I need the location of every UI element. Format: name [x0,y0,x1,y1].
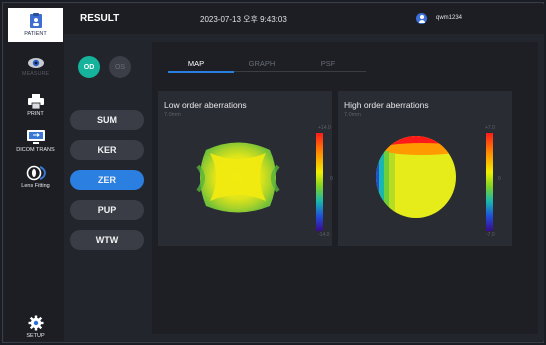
sum-button[interactable]: SUM [70,110,144,130]
high-order-map [376,133,493,231]
low-order-map [196,133,323,231]
tab-map-underline [168,71,234,73]
username-label: qwm1234 [436,15,463,21]
os-button[interactable]: OS [109,56,131,78]
printer-icon [27,93,44,109]
sidebar-item-label: PRINT [27,110,44,117]
gear-icon [28,315,43,331]
zer-button[interactable]: ZER [70,170,144,190]
low-scale-min: -14.0 [318,232,330,238]
sidebar: PATIENT MEASURE PRINT DICOM TRANS Lens F… [4,4,64,341]
high-scale-max: +7.0 [485,125,495,131]
high-scale-min: -7.0 [486,232,495,238]
result-panel: MAP GRAPH PSF Low order aberrations 7.0m… [152,42,538,334]
sidebar-item-label: SETUP [26,333,45,339]
high-order-map-card: High order aberrations 7.0mm +7.0 0 -7.0 [338,91,512,246]
high-scale-mid: 0 [498,176,501,182]
page-title: RESULT [80,13,120,24]
sidebar-item-lens-fitting[interactable]: Lens Fitting [8,160,63,194]
tab-graph-underline [234,71,300,72]
sidebar-item-label: MEASURE [21,71,50,77]
low-scale-mid: 0 [330,176,333,182]
sidebar-item-dicom-trans[interactable]: DICOM TRANS [8,124,63,158]
sidebar-item-patient[interactable]: PATIENT [8,8,63,42]
sidebar-item-label: DICOM TRANS [16,146,55,153]
lens-icon [26,165,46,181]
sidebar-item-setup[interactable]: SETUP [8,310,63,344]
sidebar-item-measure[interactable]: MEASURE [8,50,63,84]
datetime-label: 2023-07-13 오후 9:43:03 [200,15,287,24]
tab-psf[interactable]: PSF [298,59,358,68]
header-bar: RESULT 2023-07-13 오후 9:43:03 qwm1234 [64,4,544,34]
monitor-icon [26,129,45,144]
sidebar-item-print[interactable]: PRINT [8,88,63,122]
low-order-map-card: Low order aberrations 7.0mm +14.0 0 -14.… [158,91,333,246]
tab-map[interactable]: MAP [166,59,226,68]
tab-psf-underline [300,71,366,72]
tab-graph[interactable]: GRAPH [232,59,292,68]
user-icon[interactable] [416,13,427,24]
low-scale-max: +14.0 [318,125,331,131]
wtw-button[interactable]: WTW [70,230,144,250]
od-button[interactable]: OD [78,56,100,78]
patient-icon [29,13,42,28]
pup-button[interactable]: PUP [70,200,144,220]
sidebar-item-label: Lens Fitting [21,183,50,189]
main-content: OD OS SUM KER ZER PUP WTW MAP GRAPH PSF … [64,34,544,341]
eye-icon [27,58,44,68]
sidebar-item-label: PATIENT [24,31,47,37]
ker-button[interactable]: KER [70,140,144,160]
